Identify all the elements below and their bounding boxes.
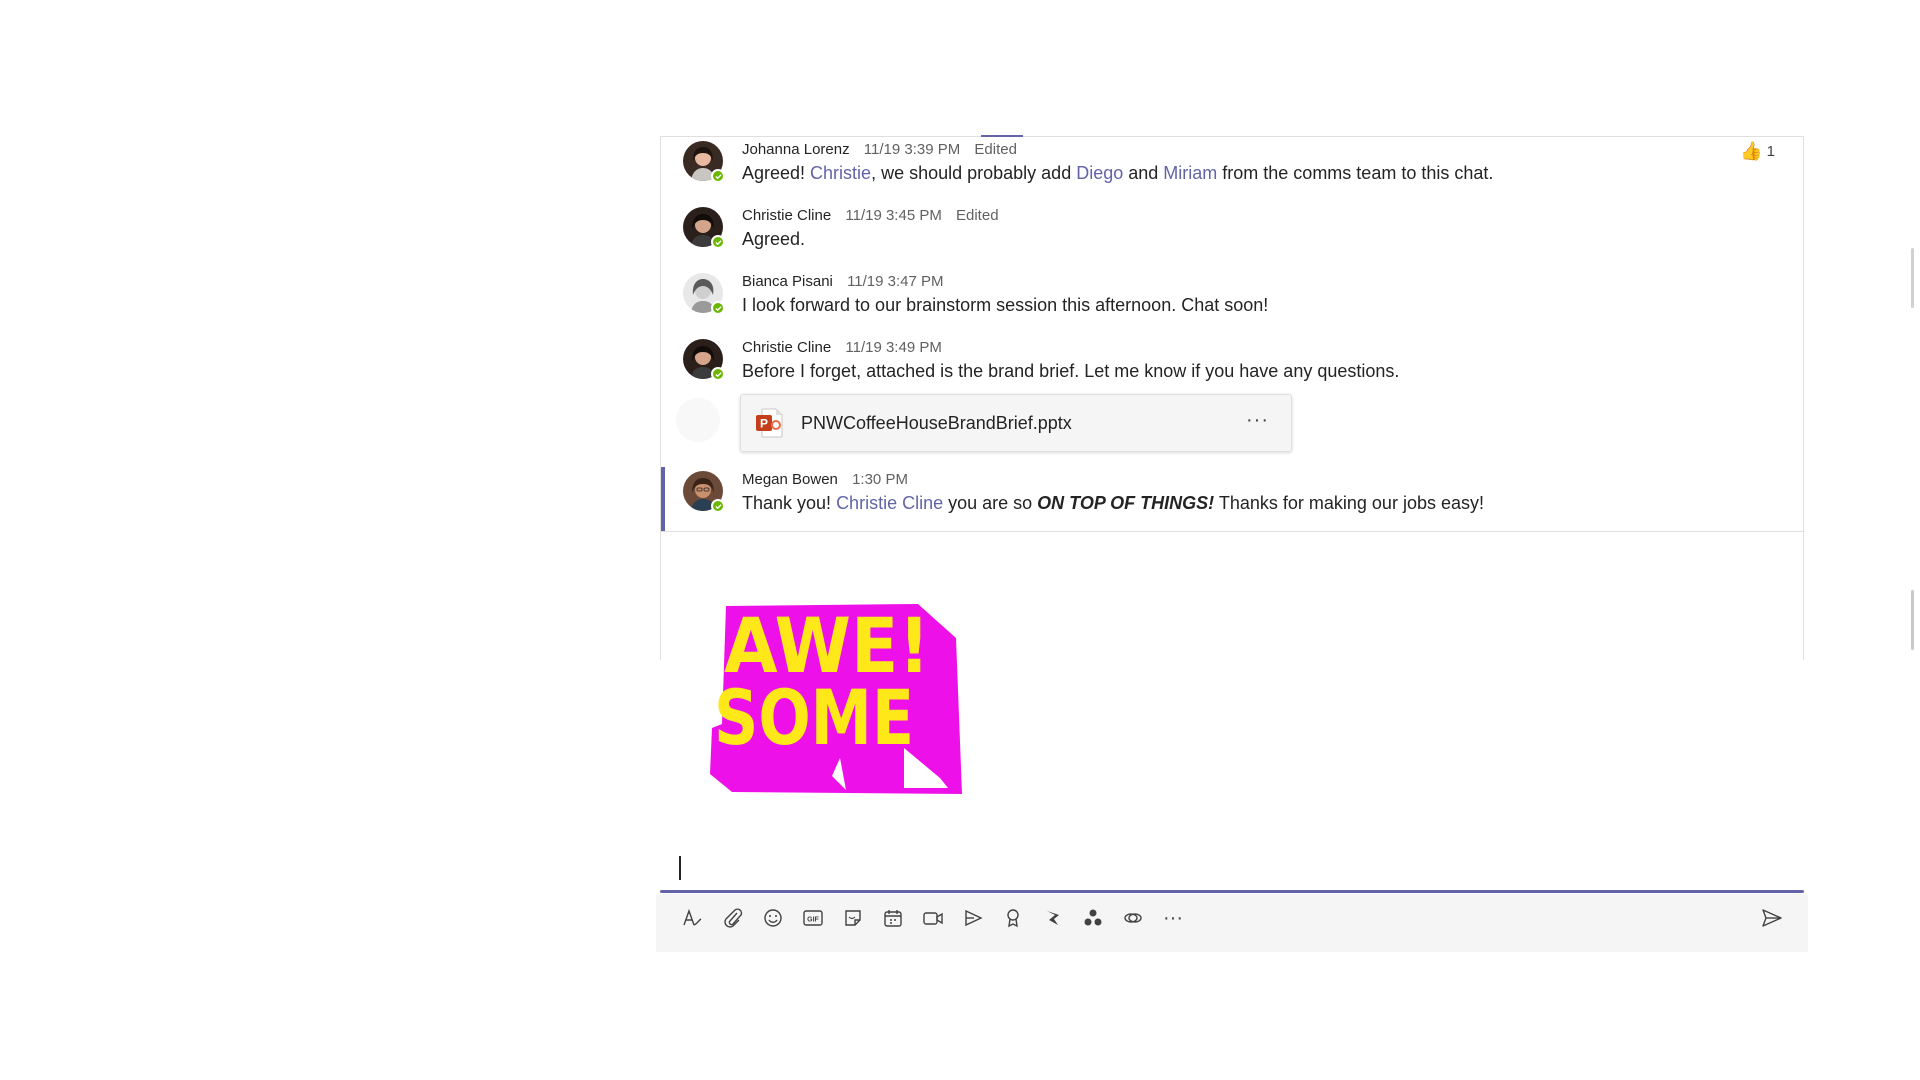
- meet-button[interactable]: [877, 902, 909, 934]
- avatar[interactable]: [683, 339, 725, 381]
- message-body: Agreed.: [742, 229, 806, 249]
- apps-button[interactable]: [1077, 902, 1109, 934]
- message-text: Thank you!: [742, 493, 837, 513]
- powerpoint-file-icon: P: [756, 408, 783, 438]
- attach-icon: [724, 908, 743, 928]
- available-status-icon: [711, 301, 725, 315]
- mention-link[interactable]: Miriam: [1163, 163, 1217, 183]
- loop-icon: [1124, 913, 1142, 923]
- message-text: and: [1123, 163, 1164, 183]
- compose-input-underline: [660, 890, 1804, 893]
- available-status-icon: [711, 367, 725, 381]
- awesome-sticker[interactable]: AWE! SOME: [708, 598, 964, 796]
- emoji-button[interactable]: [757, 902, 789, 934]
- message-timestamp: 11/19 3:39 PM: [863, 141, 961, 158]
- chat-message[interactable]: Christie Cline 11/19 3:45 PM Edited Agre…: [663, 203, 1801, 259]
- more-options-icon[interactable]: ···: [1157, 902, 1189, 934]
- message-body: Thank you! Christie Cline you are so ON …: [742, 493, 1484, 514]
- message-text: Thanks for making our jobs easy!: [1214, 493, 1484, 513]
- loop-button[interactable]: [1117, 902, 1149, 934]
- svg-text:GIF: GIF: [807, 917, 819, 924]
- message-author[interactable]: Christie Cline: [742, 207, 831, 224]
- divider: [661, 531, 1803, 532]
- message-body: Before I forget, attached is the brand b…: [742, 361, 1400, 381]
- message-body: I look forward to our brainstorm session…: [742, 295, 1269, 315]
- stream-icon: [965, 909, 983, 927]
- emphasized-text: ON TOP OF THINGS!: [1037, 493, 1215, 513]
- flow-icon: [1047, 911, 1059, 925]
- gif-button[interactable]: GIF: [797, 902, 829, 934]
- message-timestamp: 1:30 PM: [852, 471, 908, 488]
- message-text: from the comms team to this chat.: [1217, 163, 1494, 183]
- message-text: Agreed!: [742, 163, 811, 183]
- available-status-icon: [711, 169, 725, 183]
- scrollbar-thumb[interactable]: [1911, 590, 1914, 650]
- send-icon: [1762, 909, 1782, 927]
- format-button[interactable]: [676, 902, 708, 934]
- chat-message[interactable]: Christie Cline 11/19 3:49 PM Before I fo…: [663, 335, 1801, 391]
- svg-text:P: P: [760, 417, 768, 431]
- sticker-icon: [845, 910, 861, 926]
- like-reaction-icon: 👍: [1740, 141, 1763, 161]
- compose-toolbar: GIF ···: [656, 894, 1808, 952]
- reaction-count: 1: [1766, 143, 1775, 160]
- message-author[interactable]: Megan Bowen: [742, 471, 838, 488]
- attach-button[interactable]: [717, 902, 749, 934]
- praise-icon: [1007, 909, 1019, 928]
- gif-icon: GIF: [803, 910, 823, 926]
- chat-message[interactable]: Bianca Pisani 11/19 3:47 PM I look forwa…: [663, 269, 1801, 325]
- compose-input-caret[interactable]: [679, 856, 681, 880]
- mention-link[interactable]: Christie: [810, 163, 871, 183]
- stream-button[interactable]: [957, 902, 989, 934]
- chat-message-highlighted[interactable]: Megan Bowen 1:30 PM Thank you! Christie …: [661, 467, 1799, 531]
- mention-link[interactable]: Christie Cline: [836, 493, 943, 513]
- attachment-filename[interactable]: PNWCoffeeHouseBrandBrief.pptx: [801, 413, 1072, 434]
- message-author[interactable]: Bianca Pisani: [742, 273, 833, 290]
- edited-label: Edited: [956, 207, 999, 224]
- flow-button[interactable]: [1037, 902, 1069, 934]
- avatar[interactable]: [683, 141, 725, 183]
- sticker-button[interactable]: [837, 902, 869, 934]
- avatar[interactable]: [683, 273, 725, 315]
- format-icon: [683, 908, 702, 926]
- send-button[interactable]: [1756, 902, 1788, 934]
- emoji-icon: [764, 909, 782, 927]
- message-timestamp: 11/19 3:49 PM: [845, 339, 942, 356]
- file-attachment-card[interactable]: P PNWCoffeeHouseBrandBrief.pptx ···: [740, 394, 1292, 452]
- more-options-icon[interactable]: ···: [1246, 409, 1269, 432]
- avatar[interactable]: [683, 207, 725, 249]
- avatar[interactable]: [683, 471, 725, 513]
- mention-link[interactable]: Diego: [1076, 163, 1123, 183]
- chat-message[interactable]: Johanna Lorenz 11/19 3:39 PM Edited Agre…: [663, 137, 1801, 193]
- video-button[interactable]: [917, 902, 949, 934]
- available-status-icon: [711, 499, 725, 513]
- message-body: Agreed! Christie, we should probably add…: [742, 163, 1493, 184]
- message-timestamp: 11/19 3:47 PM: [847, 273, 944, 290]
- reaction-badge[interactable]: 👍 1: [1740, 141, 1775, 162]
- available-status-icon: [711, 235, 725, 249]
- scrollbar-thumb-top[interactable]: [1911, 248, 1914, 308]
- message-text: you are so: [943, 493, 1038, 513]
- sticker-text-line2: SOME: [714, 673, 914, 762]
- message-author[interactable]: Johanna Lorenz: [742, 141, 850, 158]
- message-text: , we should probably add: [871, 163, 1077, 183]
- praise-button[interactable]: [997, 902, 1029, 934]
- message-author[interactable]: Christie Cline: [742, 339, 831, 356]
- avatar-placeholder: [676, 398, 720, 442]
- apps-icon: [1084, 909, 1102, 926]
- edited-label: Edited: [974, 141, 1017, 158]
- meet-icon: [884, 910, 902, 927]
- video-icon: [923, 912, 943, 925]
- message-timestamp: 11/19 3:45 PM: [845, 207, 942, 224]
